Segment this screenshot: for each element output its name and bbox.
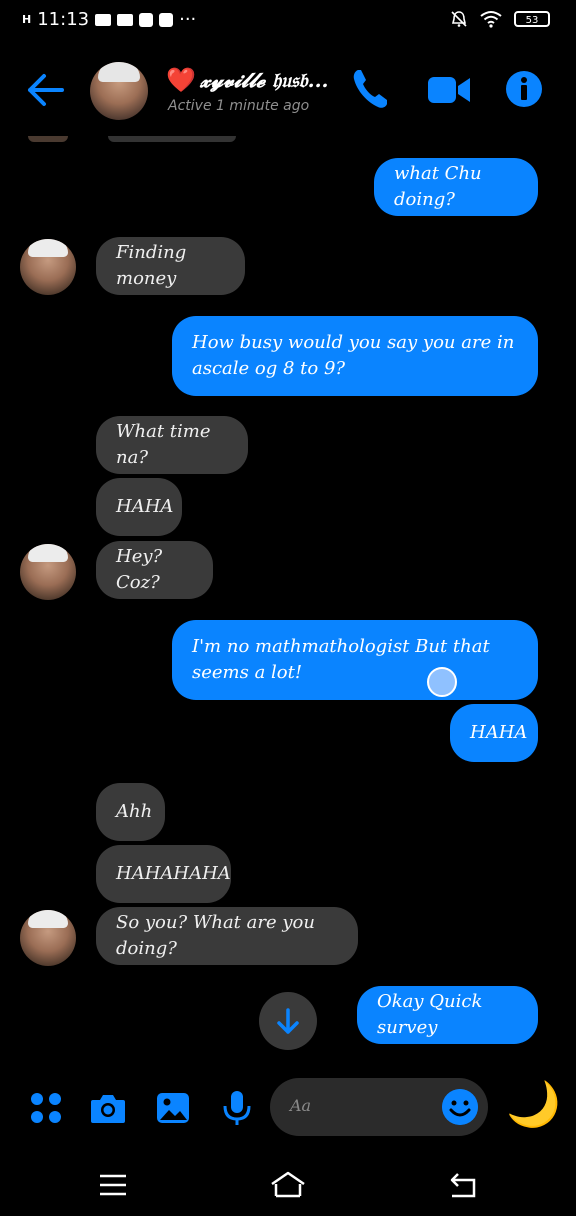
message-bubble-incoming[interactable]: Finding money xyxy=(96,237,245,295)
previous-avatar-edge xyxy=(28,136,68,142)
message-bubble-outgoing[interactable]: HAHA xyxy=(450,704,538,762)
status-left: H 11:13 ··· xyxy=(22,9,196,30)
contact-avatar[interactable] xyxy=(90,62,148,120)
back-arrow-icon[interactable] xyxy=(26,72,66,108)
previous-message-edge xyxy=(108,136,236,142)
emoji-icon[interactable] xyxy=(442,1089,478,1125)
message-bubble-incoming[interactable]: HAHAHAHA xyxy=(96,845,231,903)
message-bubble-outgoing[interactable]: what Chu doing? xyxy=(374,158,538,216)
message-bubble-outgoing[interactable]: I'm no mathmathologist But that seems a … xyxy=(172,620,538,700)
sender-avatar[interactable] xyxy=(20,910,76,966)
touch-indicator xyxy=(427,667,457,697)
video-camera-icon[interactable] xyxy=(428,74,470,106)
message-input[interactable]: Aa xyxy=(270,1078,488,1136)
message-bubble-incoming[interactable]: HAHA xyxy=(96,478,182,536)
phone-icon[interactable] xyxy=(350,66,390,112)
return-icon[interactable] xyxy=(448,1170,478,1200)
notification-mail-icon xyxy=(159,12,174,27)
message-bubble-incoming[interactable]: Ahh xyxy=(96,783,165,841)
heart-emoji: ❤️ xyxy=(166,66,196,94)
message-bubble-outgoing[interactable]: How busy would you say you are in ascale… xyxy=(172,316,538,396)
notification-more: ··· xyxy=(179,9,197,30)
message-composer: Aa 🌙 xyxy=(0,1060,576,1156)
status-right: 53 xyxy=(450,10,550,28)
message-input-placeholder: Aa xyxy=(290,1096,312,1115)
system-navigation-bar xyxy=(0,1156,576,1216)
message-bubble-incoming[interactable]: What time na? xyxy=(96,416,248,474)
signal-icon: H xyxy=(22,12,32,26)
camera-icon[interactable] xyxy=(90,1090,126,1126)
sender-avatar[interactable] xyxy=(20,239,76,295)
gallery-icon[interactable] xyxy=(155,1090,191,1126)
info-icon[interactable] xyxy=(505,70,543,108)
microphone-icon[interactable] xyxy=(219,1090,255,1126)
message-bubble-outgoing[interactable]: Okay Quick survey xyxy=(357,986,538,1044)
notification-video-call-icon xyxy=(117,13,134,26)
conversation-header: ❤️ 𝔁𝔂𝓿𝓲𝓵𝓵𝓮 𝔥𝔲𝔰𝔟... Active 1 minute ago xyxy=(0,44,576,136)
notification-video-icon xyxy=(95,13,112,26)
apps-icon[interactable] xyxy=(28,1090,64,1126)
scroll-down-icon xyxy=(277,1008,299,1034)
sender-avatar[interactable] xyxy=(20,544,76,600)
message-list[interactable]: what Chu doing? Finding money How busy w… xyxy=(0,136,576,1066)
contact-name[interactable]: 𝔁𝔂𝓿𝓲𝓵𝓵𝓮 𝔥𝔲𝔰𝔟... xyxy=(200,68,329,92)
status-bar: H 11:13 ··· 53 xyxy=(0,0,576,44)
clock: 11:13 xyxy=(37,9,90,30)
battery-indicator: 53 xyxy=(514,11,550,27)
scroll-to-bottom-button[interactable] xyxy=(259,992,317,1050)
message-bubble-incoming[interactable]: So you? What are you doing? xyxy=(96,907,358,965)
contact-active-status: Active 1 minute ago xyxy=(168,98,310,114)
home-icon[interactable] xyxy=(270,1170,306,1200)
notification-data-icon xyxy=(139,12,154,27)
mute-bell-icon xyxy=(451,11,467,27)
quick-reaction-sticker[interactable]: 🌙 xyxy=(506,1080,561,1130)
wifi-icon xyxy=(480,11,502,28)
message-bubble-incoming[interactable]: Hey? Coz? xyxy=(96,541,213,599)
menu-icon[interactable] xyxy=(98,1170,128,1200)
